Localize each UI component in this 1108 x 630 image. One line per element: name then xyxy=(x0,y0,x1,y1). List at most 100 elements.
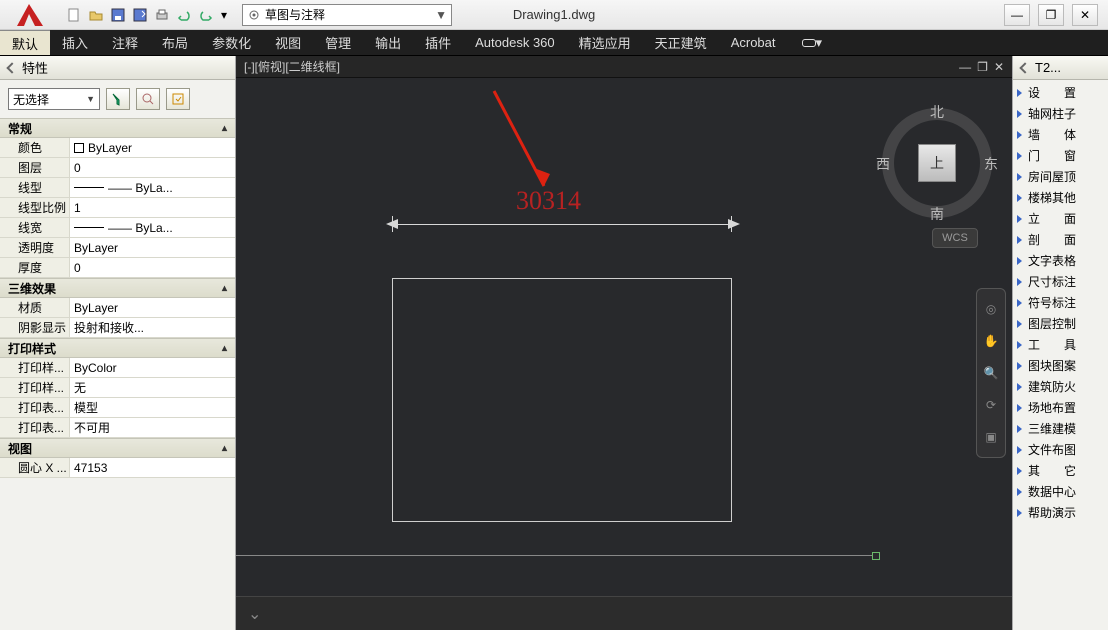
palette-item[interactable]: 墙 体 xyxy=(1013,124,1108,145)
property-section-header[interactable]: 打印样式▴ xyxy=(0,338,235,358)
model-canvas[interactable]: 30314 上 北 南 东 西 WCS ◎ ✋ 🔍 ⟳ ▣ xyxy=(236,78,1012,596)
close-button[interactable]: ✕ xyxy=(1072,4,1098,26)
tab-acrobat[interactable]: Acrobat xyxy=(719,30,788,55)
palette-item[interactable]: 其 它 xyxy=(1013,460,1108,481)
viewport-minimize-icon[interactable]: — xyxy=(959,60,971,74)
property-row[interactable]: 颜色ByLayer xyxy=(0,138,235,158)
palette-item[interactable]: 图层控制 xyxy=(1013,313,1108,334)
property-value[interactable]: ByColor xyxy=(70,358,235,377)
palette-item[interactable]: 剖 面 xyxy=(1013,229,1108,250)
property-row[interactable]: 阴影显示投射和接收... xyxy=(0,318,235,338)
property-row[interactable]: 图层0 xyxy=(0,158,235,178)
select-objects-button[interactable] xyxy=(166,88,190,110)
property-row[interactable]: 圆心 X ...47153 xyxy=(0,458,235,478)
qat-new-icon[interactable] xyxy=(64,5,84,25)
viewcube-top-face[interactable]: 上 xyxy=(918,144,956,182)
qat-open-icon[interactable] xyxy=(86,5,106,25)
property-value[interactable]: 不可用 xyxy=(70,418,235,437)
minimize-button[interactable]: — xyxy=(1004,4,1030,26)
tab-extra[interactable]: ▾ xyxy=(788,30,835,55)
property-row[interactable]: 打印表...不可用 xyxy=(0,418,235,438)
property-value[interactable]: 0 xyxy=(70,258,235,277)
qat-dropdown-icon[interactable]: ▾ xyxy=(218,5,230,25)
property-row[interactable]: 线宽—— ByLa... xyxy=(0,218,235,238)
tab-plugins[interactable]: 插件 xyxy=(413,30,463,55)
property-value[interactable]: 1 xyxy=(70,198,235,217)
view-cube[interactable]: 上 北 南 东 西 xyxy=(882,108,992,218)
palette-item[interactable]: 符号标注 xyxy=(1013,292,1108,313)
nav-pan-icon[interactable]: ✋ xyxy=(981,331,1001,351)
palette-item[interactable]: 尺寸标注 xyxy=(1013,271,1108,292)
viewport-close-icon[interactable]: ✕ xyxy=(994,60,1004,74)
palette-item[interactable]: 数据中心 xyxy=(1013,481,1108,502)
quickselect-button[interactable] xyxy=(106,88,130,110)
palette-item[interactable]: 图块图案 xyxy=(1013,355,1108,376)
property-value[interactable]: ByLayer xyxy=(70,138,235,157)
property-row[interactable]: 透明度ByLayer xyxy=(0,238,235,258)
workspace-combo[interactable]: 草图与注释 ▼ xyxy=(242,4,452,26)
property-row[interactable]: 打印样...无 xyxy=(0,378,235,398)
property-value[interactable]: ByLayer xyxy=(70,298,235,317)
command-line[interactable]: ⌄ xyxy=(236,596,1012,630)
property-value[interactable]: 0 xyxy=(70,158,235,177)
property-value[interactable]: 模型 xyxy=(70,398,235,417)
property-value[interactable]: —— ByLa... xyxy=(70,178,235,197)
tab-layout[interactable]: 布局 xyxy=(150,30,200,55)
nav-orbit-icon[interactable]: ⟳ xyxy=(981,395,1001,415)
palette-item[interactable]: 楼梯其他 xyxy=(1013,187,1108,208)
palette-item[interactable]: 场地布置 xyxy=(1013,397,1108,418)
palette-item[interactable]: 设 置 xyxy=(1013,82,1108,103)
property-value[interactable]: 无 xyxy=(70,378,235,397)
property-row[interactable]: 线型—— ByLa... xyxy=(0,178,235,198)
qat-redo-icon[interactable] xyxy=(196,5,216,25)
palette-item[interactable]: 建筑防火 xyxy=(1013,376,1108,397)
tab-default[interactable]: 默认 xyxy=(0,30,50,55)
tab-manage[interactable]: 管理 xyxy=(313,30,363,55)
property-section-header[interactable]: 常规▴ xyxy=(0,118,235,138)
qat-undo-icon[interactable] xyxy=(174,5,194,25)
property-row[interactable]: 打印表...模型 xyxy=(0,398,235,418)
viewport-restore-icon[interactable]: ❐ xyxy=(977,60,988,74)
palette-item[interactable]: 文字表格 xyxy=(1013,250,1108,271)
property-row[interactable]: 厚度0 xyxy=(0,258,235,278)
qat-plot-icon[interactable] xyxy=(152,5,172,25)
tab-output[interactable]: 输出 xyxy=(363,30,413,55)
property-value[interactable]: 投射和接收... xyxy=(70,318,235,337)
drawn-rectangle[interactable] xyxy=(392,278,732,522)
palette-item[interactable]: 房间屋顶 xyxy=(1013,166,1108,187)
property-row[interactable]: 材质ByLayer xyxy=(0,298,235,318)
viewcube-north[interactable]: 北 xyxy=(930,102,944,122)
wcs-badge[interactable]: WCS xyxy=(932,228,978,248)
viewcube-west[interactable]: 西 xyxy=(876,154,890,174)
viewcube-east[interactable]: 东 xyxy=(984,154,998,174)
app-logo[interactable] xyxy=(0,0,60,30)
tab-a360[interactable]: Autodesk 360 xyxy=(463,30,567,55)
viewport-corner-handle[interactable] xyxy=(872,552,880,560)
nav-showmotion-icon[interactable]: ▣ xyxy=(981,427,1001,447)
palette-item[interactable]: 轴网柱子 xyxy=(1013,103,1108,124)
pickadd-button[interactable] xyxy=(136,88,160,110)
tab-featured[interactable]: 精选应用 xyxy=(567,30,643,55)
property-row[interactable]: 线型比例1 xyxy=(0,198,235,218)
qat-save-icon[interactable] xyxy=(108,5,128,25)
property-section-header[interactable]: 视图▴ xyxy=(0,438,235,458)
palette-item[interactable]: 帮助演示 xyxy=(1013,502,1108,523)
qat-saveas-icon[interactable] xyxy=(130,5,150,25)
property-section-header[interactable]: 三维效果▴ xyxy=(0,278,235,298)
palette-item[interactable]: 三维建模 xyxy=(1013,418,1108,439)
viewcube-south[interactable]: 南 xyxy=(930,204,944,224)
tab-insert[interactable]: 插入 xyxy=(50,30,100,55)
property-value[interactable]: 47153 xyxy=(70,458,235,477)
property-row[interactable]: 打印样...ByColor xyxy=(0,358,235,378)
property-value[interactable]: ByLayer xyxy=(70,238,235,257)
nav-zoom-icon[interactable]: 🔍 xyxy=(981,363,1001,383)
tab-tangent[interactable]: 天正建筑 xyxy=(643,30,719,55)
nav-wheel-icon[interactable]: ◎ xyxy=(981,299,1001,319)
maximize-button[interactable]: ❐ xyxy=(1038,4,1064,26)
tab-view[interactable]: 视图 xyxy=(263,30,313,55)
selection-combo[interactable]: 无选择 ▼ xyxy=(8,88,100,110)
palette-item[interactable]: 门 窗 xyxy=(1013,145,1108,166)
viewport-label[interactable]: [-][俯视][二维线框] xyxy=(244,58,340,75)
palette-item[interactable]: 工 具 xyxy=(1013,334,1108,355)
tab-parametric[interactable]: 参数化 xyxy=(200,30,263,55)
